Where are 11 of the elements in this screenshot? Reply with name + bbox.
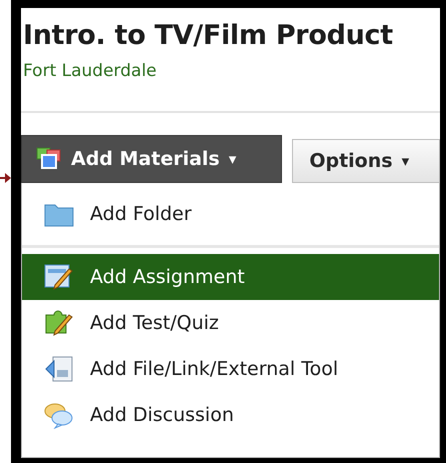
campus-name: Fort Lauderdale bbox=[23, 61, 158, 81]
stacked-windows-icon bbox=[36, 147, 62, 171]
course-title: Intro. to TV/Film Product bbox=[23, 20, 394, 51]
chat-bubbles-icon bbox=[44, 401, 74, 429]
options-button[interactable]: Options ▾ bbox=[292, 139, 440, 183]
pointer-arrow bbox=[0, 173, 11, 183]
pencil-form-icon bbox=[44, 263, 74, 291]
document-link-icon bbox=[44, 355, 74, 383]
puzzle-pencil-icon bbox=[44, 309, 74, 337]
menu-item[interactable]: Add Assignment bbox=[22, 254, 439, 300]
add-materials-button[interactable]: Add Materials ▾ bbox=[21, 135, 282, 183]
